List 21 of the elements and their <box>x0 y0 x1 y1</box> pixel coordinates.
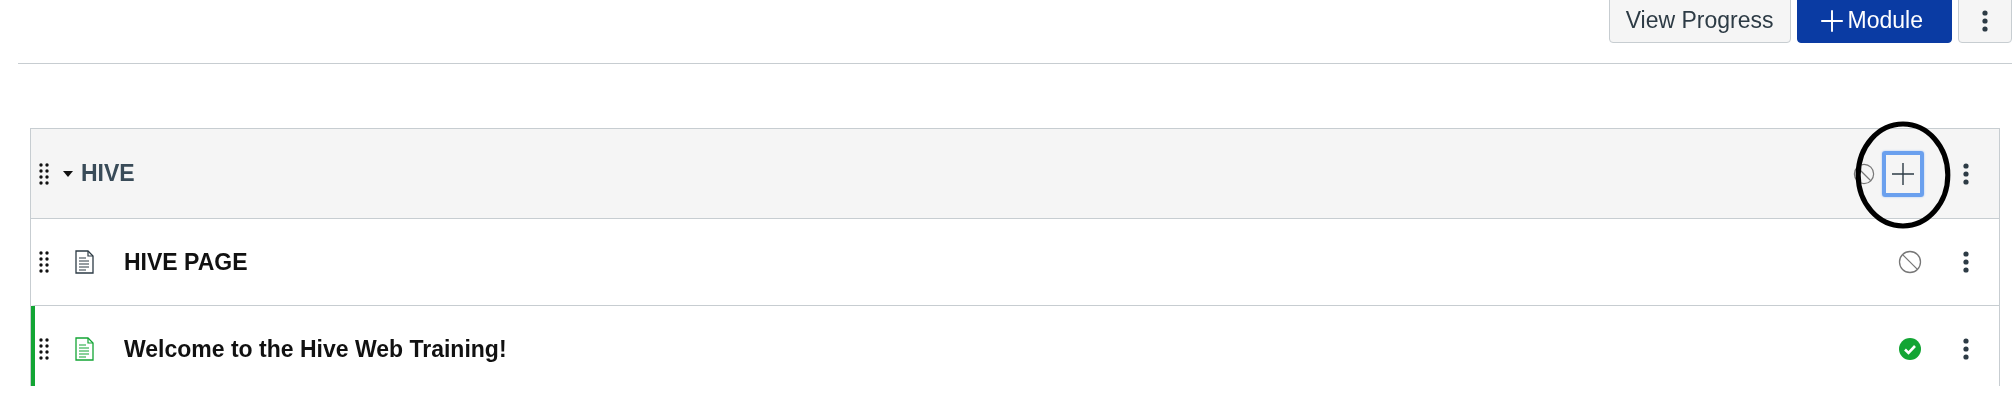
unpublished-icon[interactable] <box>1853 162 1875 185</box>
more-options-button[interactable] <box>1958 0 2012 43</box>
view-progress-button[interactable]: View Progress <box>1608 0 1791 43</box>
more-icon[interactable] <box>1963 251 1969 273</box>
item-title[interactable]: Welcome to the Hive Web Training! <box>124 335 507 363</box>
plus-icon <box>1891 161 1915 186</box>
more-icon <box>1982 9 1988 32</box>
item-title[interactable]: HIVE PAGE <box>124 248 248 276</box>
page-icon <box>75 250 94 274</box>
module-title: HIVE <box>81 160 135 187</box>
drag-handle-icon[interactable] <box>39 251 49 273</box>
drag-handle-icon[interactable] <box>39 338 49 360</box>
collapse-caret-icon[interactable] <box>63 170 73 177</box>
more-icon[interactable] <box>1963 338 1969 360</box>
plus-icon <box>1819 8 1844 33</box>
published-check-icon[interactable] <box>1898 337 1922 361</box>
add-item-button[interactable] <box>1882 150 1924 197</box>
drag-handle-icon[interactable] <box>39 162 49 185</box>
add-module-button[interactable]: Module <box>1796 0 1952 43</box>
more-icon[interactable] <box>1963 162 1969 185</box>
page-icon <box>75 337 94 361</box>
